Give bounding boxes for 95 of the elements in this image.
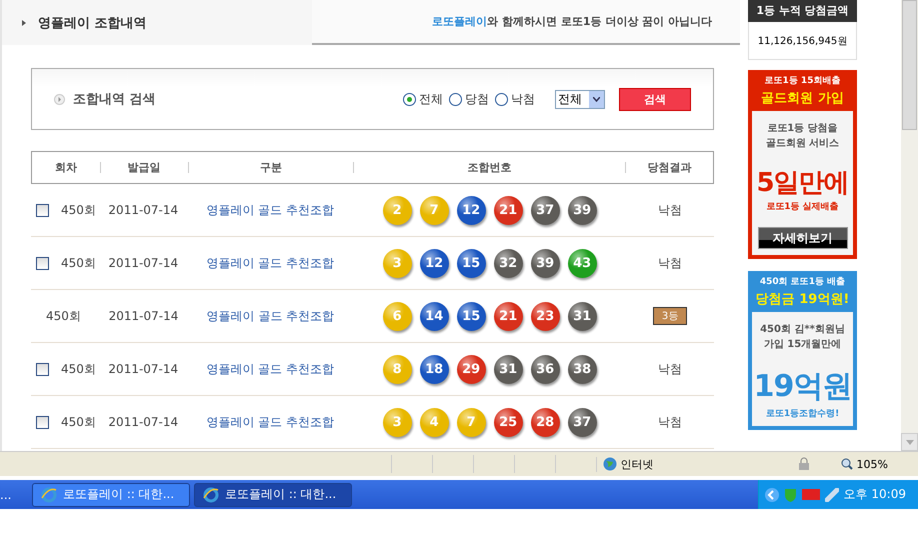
search-title: 조합내역 검색 (73, 91, 157, 108)
lotto-ball: 28 (530, 408, 560, 436)
capsule-icon (824, 488, 839, 502)
lotto-ball: 43 (568, 248, 597, 278)
round-number: 450회 (61, 202, 96, 218)
chevron-icon (764, 488, 779, 502)
column-header: 조합번호 (353, 162, 625, 173)
result-text: 낙첨 (658, 414, 682, 430)
zone-label: 인터넷 (620, 456, 654, 472)
jackpot-amount: 11,126,156,945원 (748, 22, 857, 60)
zoom-level[interactable]: 105% (856, 458, 888, 470)
browser-icon (203, 486, 219, 502)
issue-date: 2011-07-14 (108, 203, 178, 217)
arrow-circle-icon (54, 94, 65, 104)
lotto-ball: 8 (382, 354, 412, 384)
lotto-ball: 29 (456, 354, 486, 384)
result-text: 낙첨 (658, 202, 682, 218)
lotto-ball: 3 (382, 248, 412, 278)
task-overflow[interactable]: ... (0, 488, 28, 502)
triangle-icon (22, 20, 26, 26)
lotto-ball: 2 (382, 196, 412, 224)
issue-date: 2011-07-14 (108, 309, 178, 323)
lotto-ball: 38 (568, 354, 597, 384)
section-title: 영플레이 조합내역 (38, 14, 147, 32)
issue-date: 2011-07-14 (108, 362, 178, 376)
radio-button[interactable] (449, 92, 462, 106)
radio-option[interactable]: 낙첨 (495, 90, 535, 108)
round-number: 450회 (61, 414, 96, 430)
jackpot-title: 1등 누적 당첨금액 (748, 0, 857, 22)
radio-option[interactable]: 당첨 (449, 90, 489, 108)
lotto-ball: 21 (494, 196, 523, 224)
taskbar-button[interactable]: 로또플레이 :: 대한... (194, 482, 352, 506)
round-number: 450회 (61, 254, 96, 272)
lotto-ball: 12 (420, 248, 449, 278)
lock-icon (796, 457, 811, 471)
lotto-ball: 15 (456, 302, 486, 330)
lotto-ball: 21 (494, 302, 523, 330)
lotto-ball: 15 (456, 248, 486, 278)
lotto-ball: 37 (530, 196, 560, 224)
graphics-icon (802, 489, 820, 500)
zoom-icon (840, 458, 853, 470)
combination-link[interactable]: 영플레이 골드 추천조합 (206, 414, 334, 430)
lotto-ball: 23 (530, 302, 560, 330)
ad-banner[interactable]: 로또1등 15회배출 골드회원 가입 로또1등 당첨을 골드회원 서비스 5일만에 로또1등 실제배출 자세히보기 (748, 70, 857, 259)
down-arrow-icon (906, 440, 914, 444)
taskbar-button[interactable]: 로또플레이 :: 대한... (32, 482, 190, 506)
checkbox[interactable] (36, 416, 49, 428)
caret-icon (593, 96, 600, 102)
prize-badge: 3등 (652, 307, 688, 325)
lotto-ball: 31 (568, 302, 597, 330)
lotto-ball: 36 (530, 354, 560, 384)
combination-link[interactable]: 영플레이 골드 추천조합 (206, 360, 334, 378)
lotto-ball: 3 (382, 408, 412, 436)
combination-link[interactable]: 영플레이 골드 추천조합 (206, 308, 334, 324)
radio-button[interactable] (403, 92, 416, 106)
round-number: 450회 (46, 308, 81, 324)
ad-banner[interactable]: 450회 로또1등 배출 당첨금 19억원! 450회 김**회원님 가입 15개월만에 19억원 로또1등조합수령! (748, 271, 857, 430)
column-header: 당첨결과 (624, 162, 714, 173)
combination-link[interactable]: 영플레이 골드 추천조합 (206, 254, 334, 272)
column-header: 구분 (188, 162, 354, 173)
lotto-ball: 39 (568, 196, 597, 224)
checkbox[interactable] (36, 256, 49, 270)
scrollbar[interactable] (901, 0, 918, 451)
browser-icon (41, 486, 57, 502)
lotto-ball: 31 (494, 354, 523, 384)
issue-date: 2011-07-14 (108, 256, 178, 270)
clock: 오후 10:09 (844, 486, 906, 503)
search-button[interactable]: 검색 (619, 88, 691, 110)
lotto-ball: 25 (494, 408, 523, 436)
radio-button[interactable] (495, 92, 508, 106)
result-text: 낙첨 (658, 360, 682, 378)
checkbox[interactable] (36, 362, 49, 376)
lotto-ball: 7 (420, 196, 449, 224)
lotto-ball: 14 (420, 302, 449, 330)
checkbox[interactable] (36, 204, 49, 216)
issue-date: 2011-07-14 (108, 415, 178, 429)
round-select[interactable]: 전체 (555, 90, 605, 108)
round-number: 450회 (61, 360, 96, 378)
column-header: 발급일 (100, 162, 188, 173)
radio-option[interactable]: 전체 (403, 90, 443, 108)
lotto-ball: 37 (568, 408, 597, 436)
lotto-ball: 7 (456, 408, 486, 436)
slogan: 로또플레이와 함께하시면 로또1등 더이상 꿈이 아닙니다 (432, 14, 712, 29)
lotto-ball: 32 (494, 248, 523, 278)
result-text: 낙첨 (658, 254, 682, 272)
details-button[interactable]: 자세히보기 (758, 227, 848, 249)
lotto-ball: 4 (420, 408, 449, 436)
lotto-ball: 39 (530, 248, 560, 278)
lotto-ball: 12 (456, 196, 486, 224)
shield-icon (784, 488, 797, 502)
combination-link[interactable]: 영플레이 골드 추천조합 (206, 202, 334, 218)
column-header: 회차 (54, 162, 78, 173)
lotto-ball: 6 (382, 302, 412, 330)
lotto-ball: 18 (420, 354, 449, 384)
globe-icon (602, 457, 617, 471)
